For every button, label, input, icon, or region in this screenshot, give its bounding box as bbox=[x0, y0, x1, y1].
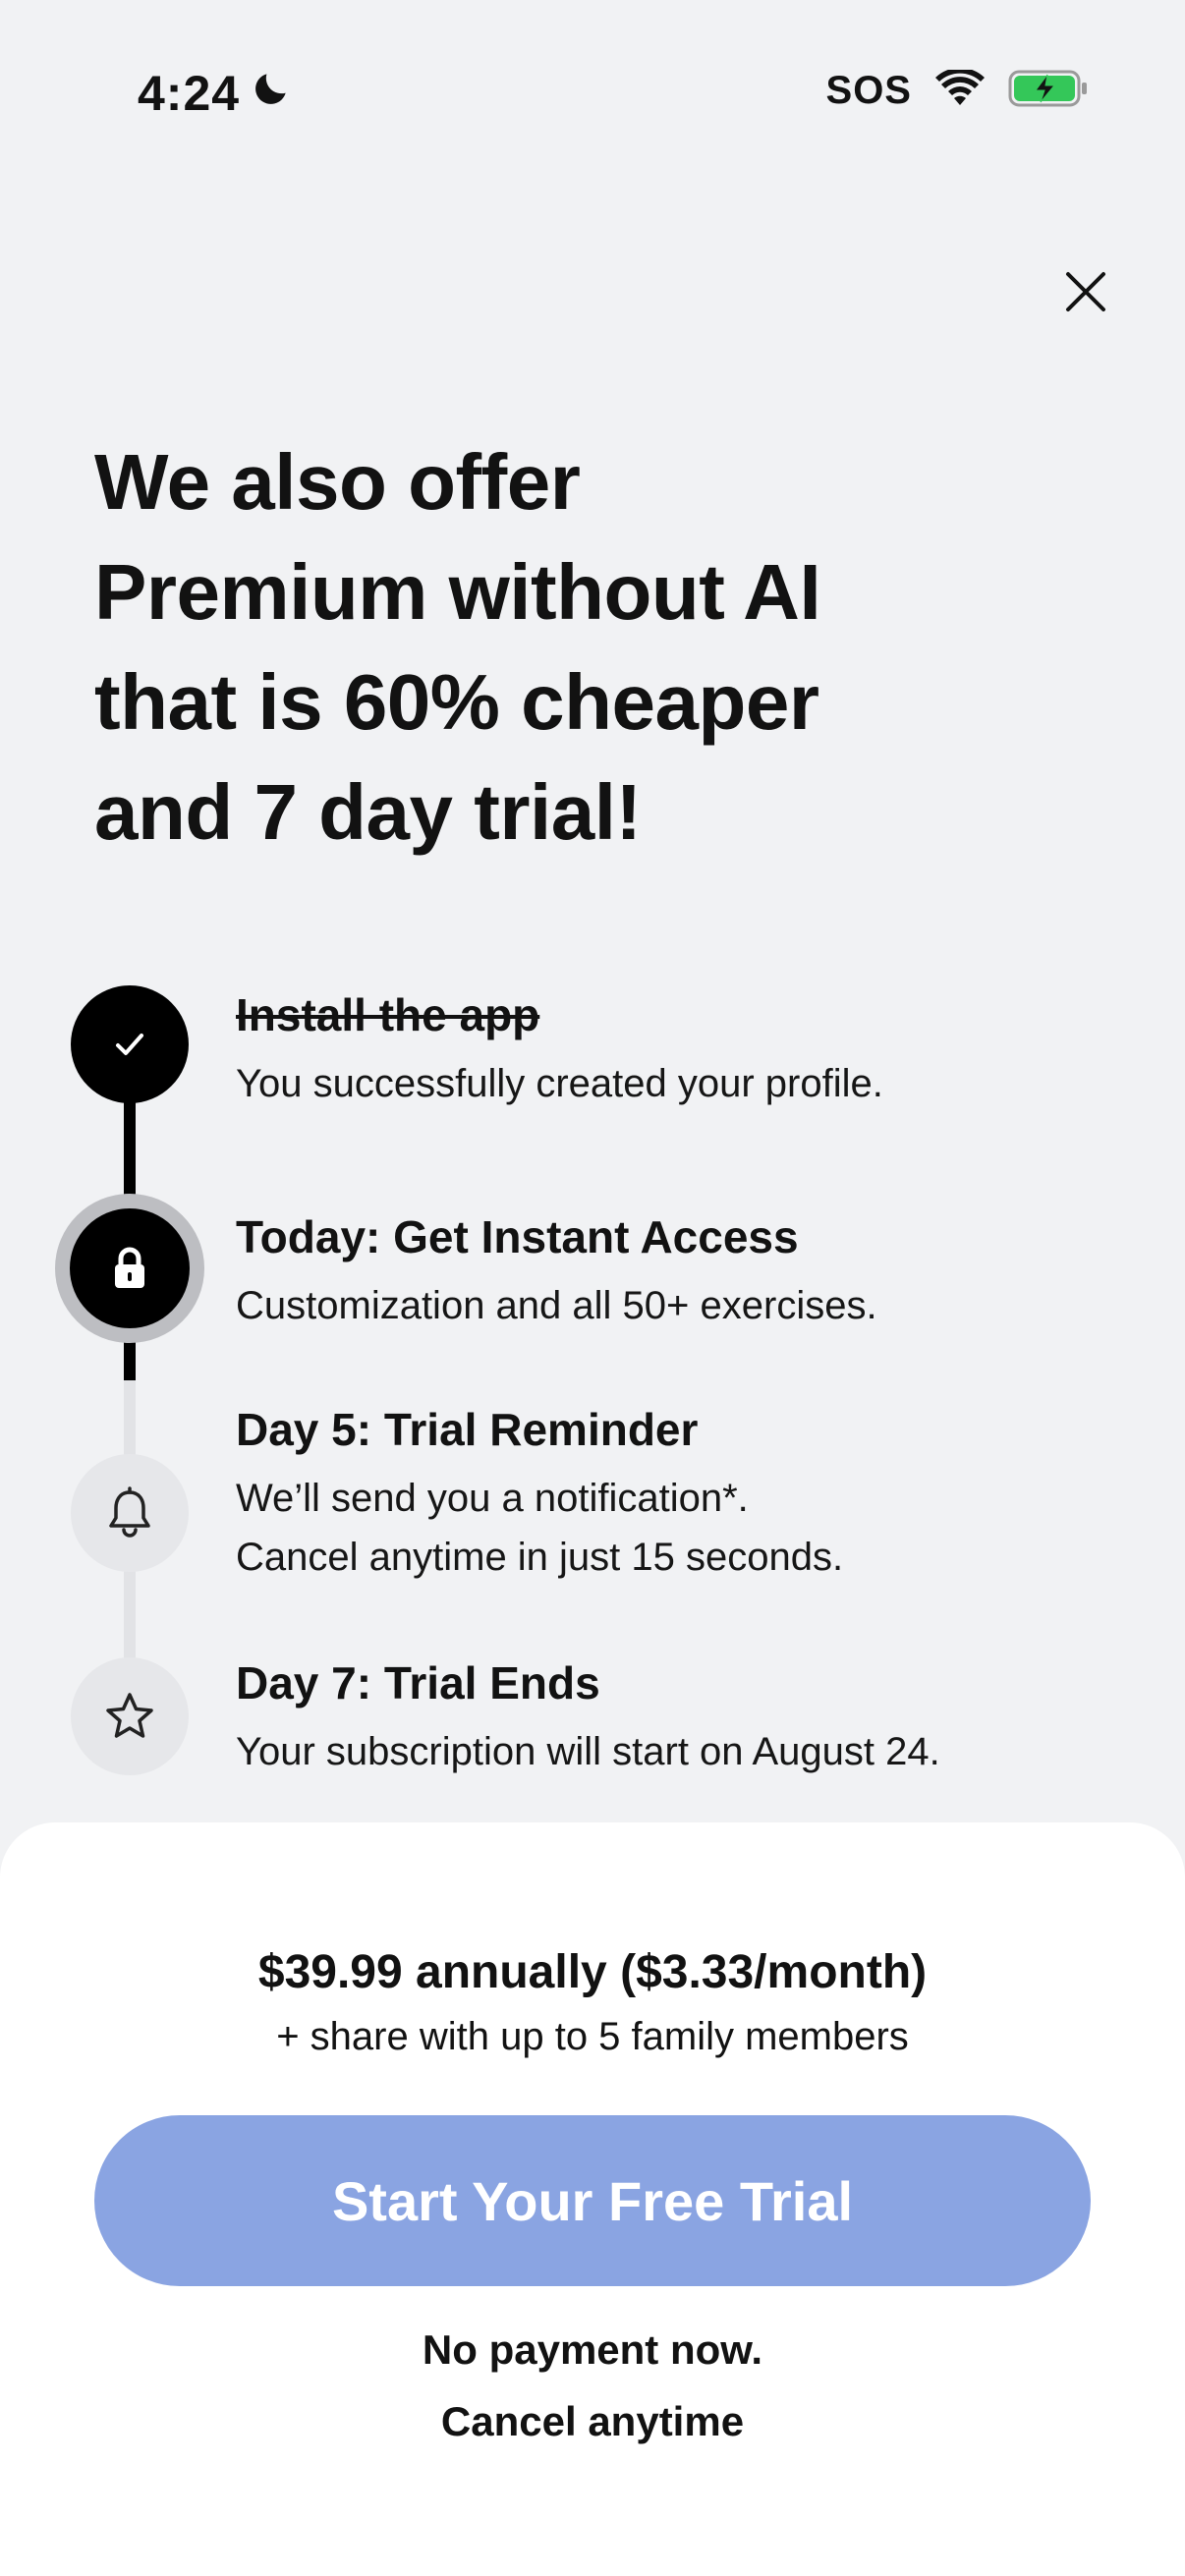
status-icons: SOS bbox=[825, 67, 1089, 113]
trial-timeline: Install the app You successfully created… bbox=[0, 968, 1185, 1803]
step-title: Day 7: Trial Ends bbox=[236, 1657, 600, 1708]
timeline-node-inner bbox=[70, 1208, 190, 1328]
timeline-node-today bbox=[55, 1194, 204, 1343]
bell-icon bbox=[109, 1486, 150, 1538]
step-title: Today: Get Instant Access bbox=[236, 1211, 799, 1262]
purchase-sheet: $39.99 annually ($3.33/month) + share wi… bbox=[0, 1822, 1185, 2576]
family-share-text: + share with up to 5 family members bbox=[276, 2015, 909, 2058]
step-description: We’ll send you a notification*. Cancel a… bbox=[236, 1477, 844, 1579]
status-bar: 4:24 SOS bbox=[0, 0, 1185, 196]
step-description: You successfully created your profile. bbox=[236, 1062, 883, 1105]
step-description: Your subscription will start on August 2… bbox=[236, 1730, 940, 1773]
star-icon bbox=[106, 1693, 153, 1738]
close-button[interactable] bbox=[1051, 257, 1120, 326]
moon-icon bbox=[250, 65, 293, 122]
carrier-text: SOS bbox=[825, 69, 912, 112]
step-title: Day 5: Trial Reminder bbox=[236, 1404, 699, 1455]
timeline-node-reminder bbox=[71, 1454, 189, 1572]
page-title: We also offer Premium without AI that is… bbox=[94, 438, 821, 856]
timeline-step-ends: Day 7: Trial Ends Your subscription will… bbox=[236, 1653, 1120, 1781]
status-time: 4:24 bbox=[138, 65, 293, 122]
time-text: 4:24 bbox=[138, 66, 241, 121]
timeline-step-today: Today: Get Instant Access Customization … bbox=[236, 1207, 1120, 1335]
timeline-step-reminder: Day 5: Trial Reminder We’ll send you a n… bbox=[236, 1400, 1120, 1587]
timeline-node-ends bbox=[71, 1657, 189, 1775]
timeline-node-install bbox=[71, 985, 189, 1103]
cancel-anytime-text: Cancel anytime bbox=[440, 2398, 745, 2444]
step-description: Customization and all 50+ exercises. bbox=[236, 1284, 877, 1327]
step-title: Install the app bbox=[236, 989, 540, 1040]
timeline-step-install: Install the app You successfully created… bbox=[236, 985, 1120, 1113]
battery-charging-icon bbox=[1008, 69, 1089, 113]
checkmark-icon bbox=[116, 1034, 143, 1055]
wifi-icon bbox=[935, 67, 985, 112]
close-icon bbox=[1066, 272, 1105, 311]
no-payment-text: No payment now. bbox=[422, 2326, 763, 2373]
start-free-trial-button[interactable]: Start Your Free Trial bbox=[94, 2115, 1091, 2286]
price-text: $39.99 annually ($3.33/month) bbox=[257, 1946, 928, 1998]
lock-icon bbox=[115, 1247, 144, 1288]
